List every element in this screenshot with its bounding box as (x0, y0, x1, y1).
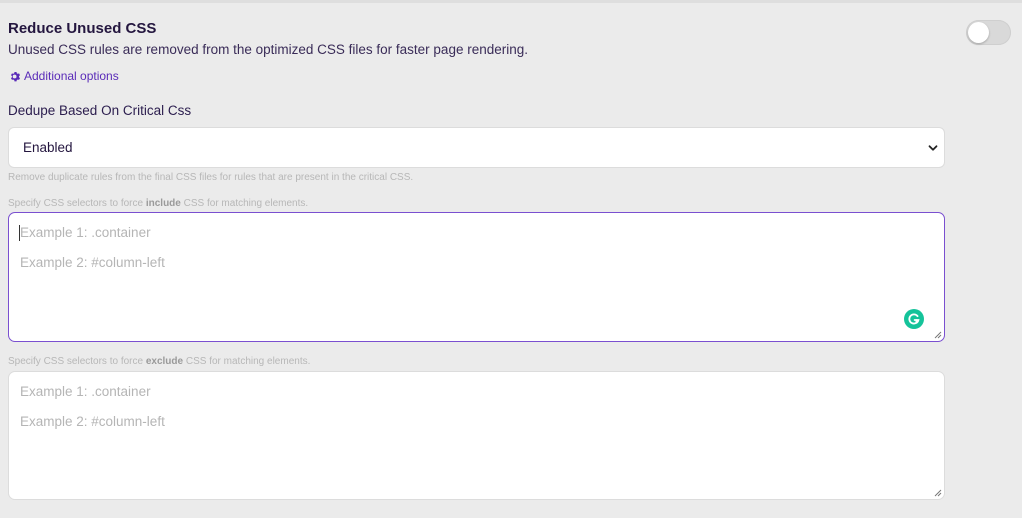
grammarly-icon[interactable] (904, 309, 924, 329)
exclude-help-text: Specify CSS selectors to force exclude C… (8, 356, 310, 367)
resize-handle-icon[interactable] (934, 331, 942, 339)
top-divider (0, 0, 1024, 3)
exclude-placeholder-line-1: Example 1: .container (20, 384, 151, 399)
dedupe-select[interactable]: Enabled (8, 127, 945, 168)
include-selectors-textarea[interactable]: Example 1: .container Example 2: #column… (8, 212, 945, 342)
toggle-knob (968, 22, 989, 43)
reduce-unused-css-toggle[interactable] (966, 20, 1011, 45)
exclude-help-keyword: exclude (145, 356, 184, 367)
exclude-help-prefix: Specify CSS selectors to force (8, 356, 146, 367)
include-help-keyword: include (145, 198, 181, 209)
chevron-down-icon (928, 145, 938, 151)
additional-options-label: Additional options (24, 69, 119, 83)
gear-icon (10, 71, 21, 81)
dedupe-label: Dedupe Based On Critical Css (8, 103, 192, 118)
include-help-suffix: CSS for matching elements. (180, 198, 309, 209)
dedupe-selected-value: Enabled (23, 140, 73, 155)
exclude-placeholder-line-2: Example 2: #column-left (20, 414, 165, 429)
exclude-help-suffix: CSS for matching elements. (183, 356, 311, 367)
setting-description: Unused CSS rules are removed from the op… (8, 42, 528, 57)
include-help-text: Specify CSS selectors to force include C… (8, 198, 308, 209)
setting-title: Reduce Unused CSS (8, 20, 157, 37)
exclude-selectors-textarea[interactable]: Example 1: .container Example 2: #column… (8, 371, 945, 500)
include-help-prefix: Specify CSS selectors to force (8, 198, 146, 209)
dedupe-help-text: Remove duplicate rules from the final CS… (8, 172, 414, 183)
resize-handle-icon[interactable] (934, 489, 942, 497)
include-placeholder-line-1: Example 1: .container (20, 225, 151, 240)
include-placeholder-line-2: Example 2: #column-left (20, 255, 165, 270)
additional-options-link[interactable]: Additional options (10, 69, 119, 83)
